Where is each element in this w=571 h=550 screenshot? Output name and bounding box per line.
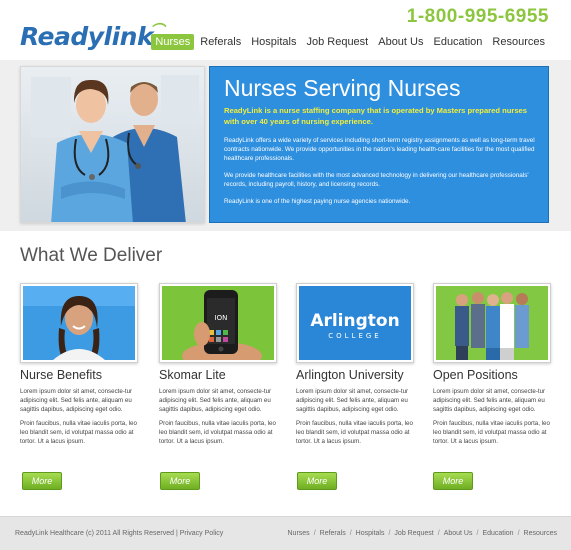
phone-screen-text: ION xyxy=(215,314,228,322)
nurses-photo xyxy=(20,66,205,223)
hero-title: Nurses Serving Nurses xyxy=(224,75,461,101)
arlington-logo-text: Arlington xyxy=(310,311,399,331)
footer-nav-separator: / xyxy=(349,530,352,537)
card-text-1: Lorem ipsum dolor sit amet, consecte-tur… xyxy=(159,388,272,413)
footer-nav: Nurses / Referals / Hospitals / Job Request… xyxy=(288,530,558,537)
footer-link-referals[interactable]: Referals xyxy=(320,530,346,537)
footer-nav-separator: / xyxy=(517,530,520,537)
card-title[interactable]: Nurse Benefits xyxy=(20,368,138,382)
logo-text-ready: Ready xyxy=(20,22,104,51)
footer-nav-separator: / xyxy=(313,530,316,537)
card-skomar-lite: ION Skomar Lite Lorem ipsum dolor sit am… xyxy=(159,283,277,446)
footer-copyright: ReadyLink Healthcare (c) 2011 All Rights… xyxy=(15,530,223,537)
card-text-1: Lorem ipsum dolor sit amet, consecte-tur… xyxy=(296,388,409,413)
card-open-positions: Open Positions Lorem ipsum dolor sit ame… xyxy=(433,283,551,446)
nav-item-job-request[interactable]: Job Request xyxy=(302,34,372,50)
footer-link-about-us[interactable]: About Us xyxy=(444,530,473,537)
card-nurse-benefits: Nurse Benefits Lorem ipsum dolor sit ame… xyxy=(20,283,138,446)
phone-number: 1-800-995-6955 xyxy=(406,6,549,27)
hero-panel: Nurses Serving Nurses ReadyLink is a nur… xyxy=(209,66,549,223)
nurse-benefits-image[interactable] xyxy=(20,283,138,363)
arlington-college-image[interactable]: Arlington COLLEGE xyxy=(296,283,414,363)
site-footer: ReadyLink Healthcare (c) 2011 All Rights… xyxy=(0,516,571,550)
card-title[interactable]: Arlington University xyxy=(296,368,414,382)
nav-item-nurses[interactable]: Nurses xyxy=(151,34,195,50)
skomar-lite-image[interactable]: ION xyxy=(159,283,277,363)
skomar-lite-more-button[interactable]: More xyxy=(160,472,200,490)
open-positions-more-button[interactable]: More xyxy=(433,472,473,490)
card-text-2: Proin faucibus, nulla vitae iaculis port… xyxy=(433,420,550,445)
footer-link-education[interactable]: Education xyxy=(482,530,513,537)
footer-nav-separator: / xyxy=(476,530,479,537)
nurse-benefits-more-button[interactable]: More xyxy=(22,472,62,490)
card-text-1: Lorem ipsum dolor sit amet, consecte-tur… xyxy=(20,388,133,413)
card-title[interactable]: Skomar Lite xyxy=(159,368,277,382)
copyright-text: ReadyLink Healthcare (c) 2011 All Rights… xyxy=(15,530,175,537)
footer-link-resources[interactable]: Resources xyxy=(524,530,557,537)
footer-nav-separator: / xyxy=(388,530,391,537)
footer-link-hospitals[interactable]: Hospitals xyxy=(356,530,385,537)
hero-lead: ReadyLink is a nurse staffing company th… xyxy=(224,106,527,126)
main-nav: Nurses Referals Hospitals Job Request Ab… xyxy=(149,34,549,50)
open-positions-image[interactable] xyxy=(433,283,551,363)
card-text-2: Proin faucibus, nulla vitae iaculis port… xyxy=(20,420,137,445)
nav-item-education[interactable]: Education xyxy=(429,34,486,50)
nav-item-about-us[interactable]: About Us xyxy=(374,34,427,50)
logo-text-link: link xyxy=(103,22,154,51)
footer-link-job-request[interactable]: Job Request xyxy=(394,530,433,537)
card-title[interactable]: Open Positions xyxy=(433,368,551,382)
nav-item-hospitals[interactable]: Hospitals xyxy=(247,34,300,50)
arlington-more-button[interactable]: More xyxy=(297,472,337,490)
privacy-policy-link[interactable]: Privacy Policy xyxy=(180,530,224,537)
section-title: What We Deliver xyxy=(20,245,163,266)
footer-link-nurses[interactable]: Nurses xyxy=(288,530,310,537)
nav-item-resources[interactable]: Resources xyxy=(488,34,549,50)
card-arlington-university: Arlington COLLEGE Arlington University L… xyxy=(296,283,414,446)
card-text-1: Lorem ipsum dolor sit amet, consecte-tur… xyxy=(433,388,546,413)
readylink-logo[interactable]: Readylink⌒ xyxy=(20,22,167,51)
card-text-2: Proin faucibus, nulla vitae iaculis port… xyxy=(296,420,413,445)
hero-paragraph-2: We provide healthcare facilities with th… xyxy=(224,172,529,188)
college-logo-text: COLLEGE xyxy=(328,332,381,340)
hero-paragraph-1: ReadyLink offers a wide variety of servi… xyxy=(224,137,535,162)
nav-item-referals[interactable]: Referals xyxy=(196,34,245,50)
site-header: Readylink⌒ 1-800-995-6955 Nurses Referal… xyxy=(0,0,571,60)
footer-nav-separator: / xyxy=(437,530,440,537)
card-text-2: Proin faucibus, nulla vitae iaculis port… xyxy=(159,420,276,445)
hero-paragraph-3: ReadyLink is one of the highest paying n… xyxy=(224,198,411,205)
